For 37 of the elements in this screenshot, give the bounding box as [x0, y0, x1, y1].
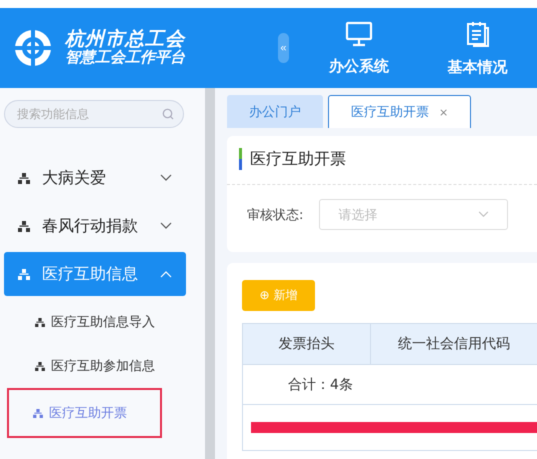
tab[interactable]: 办公门户: [227, 95, 323, 128]
sitemap-icon: [35, 362, 45, 370]
sitemap-icon: [18, 220, 30, 232]
search-icon: [162, 108, 174, 120]
clipboard-icon: [464, 20, 491, 48]
summary-text: 合计：4条: [288, 376, 353, 394]
sitemap-icon: [33, 408, 43, 418]
logo-title: 杭州市总工会: [65, 30, 185, 50]
close-icon[interactable]: ×: [439, 106, 448, 118]
menu-item[interactable]: 医疗互助信息: [4, 252, 186, 296]
logo-subtitle: 智慧工会工作平台: [65, 50, 185, 66]
menu-item[interactable]: 大病关爱: [4, 156, 186, 200]
submenu-item[interactable]: 医疗互助开票: [7, 388, 162, 438]
chevron-icon: [160, 270, 172, 278]
monitor-icon: [344, 20, 373, 46]
tab[interactable]: 医疗互助开票 ×: [328, 95, 472, 128]
chevron-icon: [160, 174, 172, 182]
filter-label: 审核状态:: [247, 206, 304, 224]
search-field[interactable]: 搜索功能信息: [4, 100, 184, 128]
sitemap-icon: [35, 318, 45, 326]
chevron-icon: [160, 222, 172, 230]
scrollbar[interactable]: [205, 88, 215, 459]
title-accent-icon: [239, 148, 242, 170]
page-title: 医疗互助开票: [250, 148, 346, 170]
chevron-icon: [478, 211, 490, 218]
sitemap-icon: [18, 268, 30, 280]
status-select[interactable]: 请选择: [319, 199, 508, 230]
column-header: 统一社会信用代码: [397, 335, 512, 354]
sitemap-icon: [18, 172, 30, 184]
nav-item[interactable]: 办公系统: [299, 20, 418, 76]
submenu-item[interactable]: 医疗互助参加信息: [7, 344, 162, 388]
collapse-button[interactable]: «: [278, 33, 290, 63]
nav-item[interactable]: 基本情况: [418, 20, 537, 76]
logo-icon: [13, 28, 53, 68]
column-header: 发票抬头: [243, 324, 372, 364]
menu-item[interactable]: 春风行动捐款: [4, 204, 186, 248]
submenu-item[interactable]: 医疗互助信息导入: [7, 300, 162, 344]
